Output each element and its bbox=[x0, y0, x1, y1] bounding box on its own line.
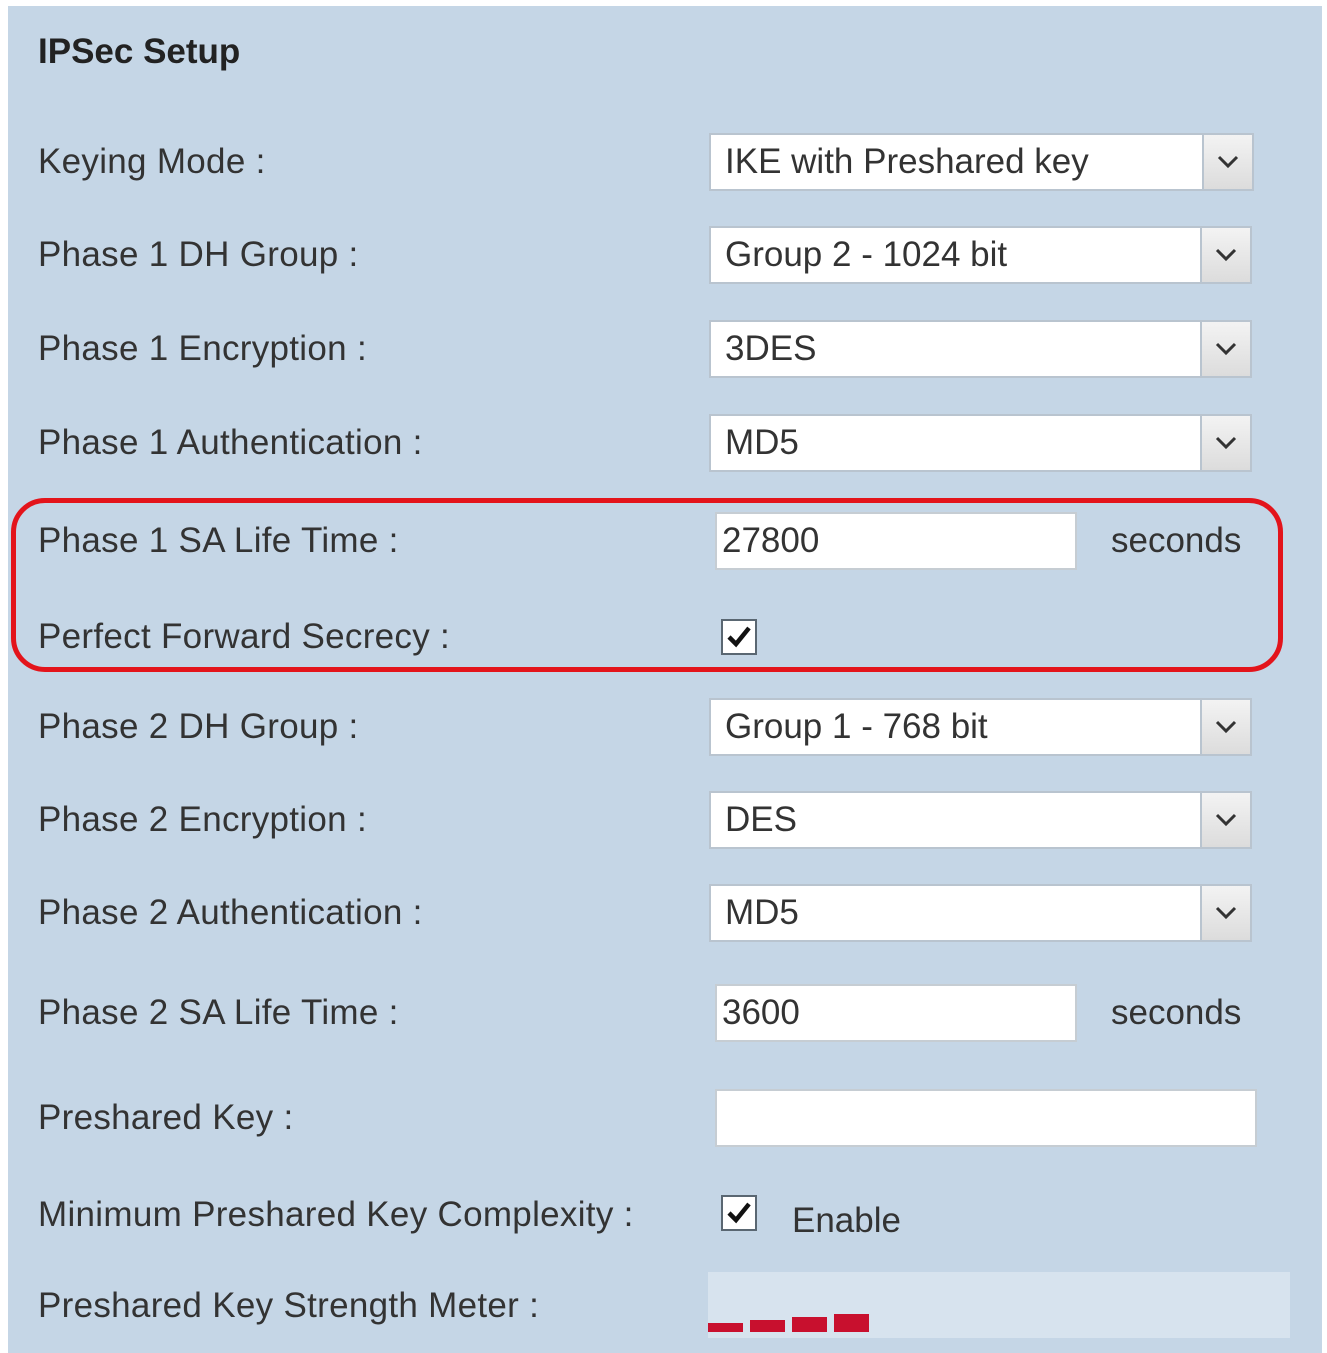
keying-mode-label: Keying Mode : bbox=[38, 142, 266, 181]
phase2-encryption-label: Phase 2 Encryption : bbox=[38, 800, 367, 839]
strength-meter-segment-3 bbox=[792, 1317, 827, 1332]
phase1-dh-group-value: Group 2 - 1024 bit bbox=[725, 235, 1008, 274]
strength-meter-row: Preshared Key Strength Meter : bbox=[8, 1271, 1322, 1341]
chevron-down-icon[interactable] bbox=[1200, 886, 1250, 940]
chevron-down-icon[interactable] bbox=[1200, 793, 1250, 847]
chevron-down-icon[interactable] bbox=[1200, 228, 1250, 282]
phase1-encryption-value: 3DES bbox=[725, 329, 817, 368]
phase1-authentication-row: Phase 1 Authentication : MD5 bbox=[8, 408, 1322, 478]
phase1-authentication-value: MD5 bbox=[725, 423, 799, 462]
strength-meter-segment-2 bbox=[750, 1320, 785, 1332]
strength-meter-label: Preshared Key Strength Meter : bbox=[38, 1286, 540, 1325]
strength-meter bbox=[708, 1272, 1290, 1338]
chevron-down-icon[interactable] bbox=[1200, 700, 1250, 754]
phase2-encryption-row: Phase 2 Encryption : DES bbox=[8, 785, 1322, 855]
phase2-sa-life-time-input[interactable]: 3600 bbox=[715, 984, 1077, 1042]
min-key-complexity-label: Minimum Preshared Key Complexity : bbox=[38, 1195, 634, 1234]
phase1-sa-life-time-input[interactable]: 27800 bbox=[715, 512, 1077, 570]
phase2-sa-life-time-row: Phase 2 SA Life Time : 3600 seconds bbox=[8, 978, 1322, 1048]
strength-meter-segment-1 bbox=[708, 1323, 743, 1332]
pfs-row: Perfect Forward Secrecy : bbox=[8, 602, 1322, 672]
min-key-complexity-checkbox[interactable] bbox=[721, 1195, 757, 1231]
chevron-down-icon[interactable] bbox=[1202, 135, 1252, 189]
phase1-encryption-select[interactable]: 3DES bbox=[709, 320, 1252, 378]
phase2-encryption-select[interactable]: DES bbox=[709, 791, 1252, 849]
phase2-authentication-value: MD5 bbox=[725, 893, 799, 932]
phase2-encryption-value: DES bbox=[725, 800, 797, 839]
min-key-complexity-row: Minimum Preshared Key Complexity : Enabl… bbox=[8, 1180, 1322, 1250]
phase1-authentication-select[interactable]: MD5 bbox=[709, 414, 1252, 472]
phase2-dh-group-row: Phase 2 DH Group : Group 1 - 768 bit bbox=[8, 692, 1322, 762]
min-key-complexity-enable-label: Enable bbox=[792, 1201, 901, 1240]
strength-meter-segment-4 bbox=[834, 1314, 869, 1332]
phase1-authentication-label: Phase 1 Authentication : bbox=[38, 423, 423, 462]
chevron-down-icon[interactable] bbox=[1200, 322, 1250, 376]
section-title: IPSec Setup bbox=[38, 32, 241, 71]
preshared-key-row: Preshared Key : bbox=[8, 1083, 1322, 1153]
phase2-sa-life-time-value: 3600 bbox=[722, 993, 800, 1032]
phase2-sa-life-time-unit: seconds bbox=[1111, 993, 1242, 1032]
phase2-authentication-select[interactable]: MD5 bbox=[709, 884, 1252, 942]
checkmark-icon bbox=[727, 626, 751, 648]
phase2-dh-group-value: Group 1 - 768 bit bbox=[725, 707, 988, 746]
checkmark-icon bbox=[727, 1202, 751, 1224]
phase1-sa-life-time-label: Phase 1 SA Life Time : bbox=[38, 521, 399, 560]
phase1-sa-life-time-row: Phase 1 SA Life Time : 27800 seconds bbox=[8, 506, 1322, 576]
phase2-sa-life-time-label: Phase 2 SA Life Time : bbox=[38, 993, 399, 1032]
phase2-authentication-row: Phase 2 Authentication : MD5 bbox=[8, 878, 1322, 948]
phase2-authentication-label: Phase 2 Authentication : bbox=[38, 893, 423, 932]
pfs-label: Perfect Forward Secrecy : bbox=[38, 617, 451, 656]
phase1-dh-group-select[interactable]: Group 2 - 1024 bit bbox=[709, 226, 1252, 284]
pfs-checkbox[interactable] bbox=[721, 619, 757, 655]
phase1-encryption-label: Phase 1 Encryption : bbox=[38, 329, 367, 368]
keying-mode-row: Keying Mode : IKE with Preshared key bbox=[8, 127, 1322, 197]
preshared-key-input[interactable] bbox=[715, 1089, 1257, 1147]
phase2-dh-group-select[interactable]: Group 1 - 768 bit bbox=[709, 698, 1252, 756]
phase1-dh-group-label: Phase 1 DH Group : bbox=[38, 235, 359, 274]
chevron-down-icon[interactable] bbox=[1200, 416, 1250, 470]
phase1-dh-group-row: Phase 1 DH Group : Group 2 - 1024 bit bbox=[8, 220, 1322, 290]
ipsec-setup-panel: IPSec Setup Keying Mode : IKE with Presh… bbox=[8, 6, 1322, 1353]
phase1-encryption-row: Phase 1 Encryption : 3DES bbox=[8, 314, 1322, 384]
phase1-sa-life-time-value: 27800 bbox=[722, 521, 820, 560]
phase1-sa-life-time-unit: seconds bbox=[1111, 521, 1242, 560]
keying-mode-select[interactable]: IKE with Preshared key bbox=[709, 133, 1254, 191]
keying-mode-value: IKE with Preshared key bbox=[725, 142, 1089, 181]
phase2-dh-group-label: Phase 2 DH Group : bbox=[38, 707, 359, 746]
preshared-key-label: Preshared Key : bbox=[38, 1098, 294, 1137]
